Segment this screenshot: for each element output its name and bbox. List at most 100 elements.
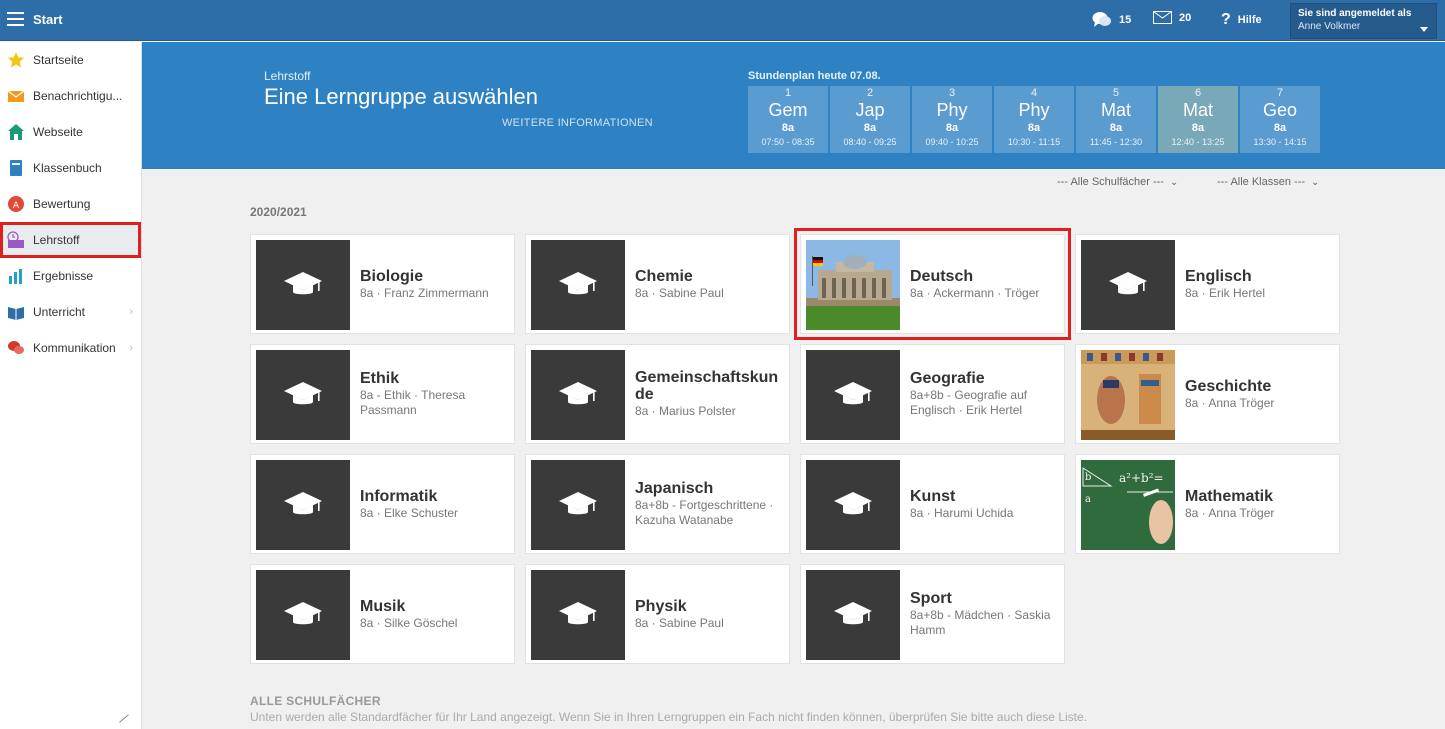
card-title: Mathematik — [1185, 487, 1274, 505]
learning-group-card[interactable]: b a²+b²= a Mathematik 8a · Anna Tröger — [1075, 454, 1340, 554]
app-title[interactable]: Start — [33, 12, 63, 27]
card-subtitle: 8a · Marius Polster — [635, 404, 736, 418]
subject-filter-select[interactable]: --- Alle Schulfächer --- ⌄ — [1057, 176, 1178, 188]
learning-group-card[interactable]: Kunst 8a · Harumi Uchida — [800, 454, 1065, 554]
learning-group-card[interactable]: Chemie 8a · Sabine Paul — [525, 234, 790, 334]
card-title: Chemie — [635, 267, 693, 285]
egyptian-art-image — [1081, 350, 1175, 440]
user-caption: Sie sind angemeldet als — [1298, 8, 1412, 19]
star-icon — [8, 52, 24, 68]
sidebar-item-unterricht[interactable]: Unterricht › — [0, 294, 141, 330]
chat-bubbles-icon — [1092, 12, 1111, 27]
page-title: Eine Lerngruppe auswählen — [264, 84, 538, 109]
graduation-cap-icon — [559, 602, 597, 625]
card-subtitle: 8a · Sabine Paul — [635, 615, 724, 630]
messages-button[interactable]: 15 — [1092, 11, 1131, 28]
lesson-time: 08:40 - 09:25 — [843, 137, 897, 147]
lesson-number: 5 — [1112, 87, 1120, 99]
sidebar-item-bewertung[interactable]: A Bewertung — [0, 186, 141, 222]
graduation-cap-icon — [559, 382, 597, 405]
breadcrumb: Lehrstoff — [264, 69, 311, 83]
schedule-title: Stundenplan heute 07.08. — [748, 70, 881, 82]
sidebar-item-kommunikation[interactable]: Kommunikation › — [0, 330, 141, 366]
card-text: Englisch 8a · Erik Hertel — [1185, 235, 1331, 333]
learning-group-card[interactable]: Geschichte 8a · Anna Tröger — [1075, 344, 1340, 444]
reichstag-image — [806, 240, 900, 330]
learning-group-card[interactable]: Biologie 8a · Franz Zimmermann — [250, 234, 515, 334]
card-thumbnail — [256, 570, 350, 660]
graduation-cap-icon — [284, 382, 322, 405]
lesson-class: 8a — [863, 122, 877, 134]
more-info-link[interactable]: WEITERE INFORMATIONEN — [502, 117, 653, 129]
help-button[interactable]: ? Hilfe — [1221, 11, 1262, 29]
lesson-time: 12:40 - 13:25 — [1171, 137, 1225, 147]
card-title: Englisch — [1185, 267, 1252, 285]
learning-group-card[interactable]: Sport 8a+8b - Mädchen · Saskia Hamm — [800, 564, 1065, 664]
graduation-cap-icon — [1109, 272, 1147, 295]
user-menu[interactable]: Sie sind angemeldet als Anne Volkmer — [1290, 3, 1437, 39]
learning-group-card[interactable]: Physik 8a · Sabine Paul — [525, 564, 790, 664]
sidebar-item-lehrstoff[interactable]: Lehrstoff — [0, 222, 141, 258]
card-thumbnail — [1081, 240, 1175, 330]
lesson-subject: Geo — [1262, 100, 1298, 120]
sidebar-item-ergebnisse[interactable]: Ergebnisse — [0, 258, 141, 294]
svg-text:b: b — [1085, 472, 1091, 483]
learning-group-card[interactable]: Musik 8a · Silke Göschel — [250, 564, 515, 664]
subject-filter-value: --- Alle Schulfächer --- — [1057, 176, 1164, 188]
lesson-subject: Mat — [1182, 100, 1213, 120]
schedule-lesson[interactable]: 7 Geo 8a 13:30 - 14:15 — [1240, 86, 1320, 153]
learning-group-card[interactable]: Japanisch 8a+8b - Fortgeschrittene · Kazu… — [525, 454, 790, 554]
sidebar-item-benachrichtigungen[interactable]: Benachrichtigu... — [0, 78, 141, 114]
mail-button[interactable]: 20 — [1153, 11, 1191, 24]
card-title: Physik — [635, 597, 687, 615]
card-subtitle: 8a+8b - Geografie auf Englisch · Erik He… — [910, 388, 1028, 417]
sidebar-item-startseite[interactable]: Startseite — [0, 42, 141, 78]
lesson-number: 3 — [948, 87, 956, 99]
lesson-class: 8a — [781, 122, 795, 134]
sidebar-item-label: Kommunikation — [33, 341, 116, 355]
learning-group-card[interactable]: Gemeinschaftskunde 8a · Marius Polster — [525, 344, 790, 444]
learning-group-card[interactable]: Englisch 8a · Erik Hertel — [1075, 234, 1340, 334]
card-text: Physik 8a · Sabine Paul — [635, 565, 781, 663]
card-text: Deutsch 8a · Ackermann · Tröger — [910, 235, 1056, 333]
schedule-lesson[interactable]: 4 Phy 8a 10:30 - 11:15 — [994, 86, 1074, 153]
open-book-icon — [8, 307, 24, 320]
school-year-heading: 2020/2021 — [250, 205, 307, 219]
sidebar-item-label: Startseite — [33, 53, 84, 67]
chevron-down-icon — [1420, 27, 1428, 32]
schedule-lesson[interactable]: 2 Jap 8a 08:40 - 09:25 — [830, 86, 910, 153]
card-text: Geografie 8a+8b - Geografie auf Englisch … — [910, 345, 1056, 443]
sidebar-item-label: Ergebnisse — [33, 269, 94, 283]
learning-group-card[interactable]: Deutsch 8a · Ackermann · Tröger — [794, 228, 1071, 340]
sidebar-item-webseite[interactable]: Webseite — [0, 114, 141, 150]
card-subtitle: 8a · Sabine Paul — [635, 285, 724, 300]
svg-text:a: a — [1085, 494, 1091, 505]
bar-chart-icon — [9, 269, 22, 284]
all-subjects-heading: ALLE SCHULFÄCHER — [250, 694, 381, 708]
sidebar-item-klassenbuch[interactable]: Klassenbuch — [0, 150, 141, 186]
schedule-lesson-current[interactable]: 6 Mat 8a 12:40 - 13:25 — [1158, 86, 1238, 153]
lesson-time: 07:50 - 08:35 — [761, 137, 815, 147]
schedule-lesson[interactable]: 5 Mat 8a 11:45 - 12:30 — [1076, 86, 1156, 153]
card-subtitle: 8a - Ethik · Theresa Passmann — [360, 388, 466, 417]
lesson-number: 2 — [866, 87, 874, 99]
card-thumbnail — [531, 240, 625, 330]
learning-group-card[interactable]: Geografie 8a+8b - Geografie auf Englisch … — [800, 344, 1065, 444]
card-thumbnail — [256, 460, 350, 550]
menu-icon[interactable] — [7, 12, 24, 26]
card-thumbnail — [806, 350, 900, 440]
card-text: Ethik 8a - Ethik · Theresa Passmann — [360, 345, 506, 443]
schedule-lesson[interactable]: 1 Gem 8a 07:50 - 08:35 — [748, 86, 828, 153]
lesson-time: 13:30 - 14:15 — [1253, 137, 1307, 147]
top-bar: Start 15 20 ? Hilfe Sie sind angemeldet … — [0, 0, 1445, 41]
learning-group-card[interactable]: Informatik 8a · Elke Schuster — [250, 454, 515, 554]
learning-group-card[interactable]: Ethik 8a - Ethik · Theresa Passmann — [250, 344, 515, 444]
schedule-strip: 1 Gem 8a 07:50 - 08:35 2 Jap 8a 08:40 - … — [748, 86, 1320, 153]
graduation-cap-icon — [284, 272, 322, 295]
schedule-lesson[interactable]: 3 Phy 8a 09:40 - 10:25 — [912, 86, 992, 153]
card-text: Mathematik 8a · Anna Tröger — [1185, 455, 1331, 553]
chat-icon — [8, 341, 24, 354]
lesson-subject: Phy — [936, 100, 968, 120]
class-filter-select[interactable]: --- Alle Klassen --- ⌄ — [1217, 176, 1319, 188]
card-subtitle: 8a · Anna Tröger — [1185, 395, 1275, 410]
